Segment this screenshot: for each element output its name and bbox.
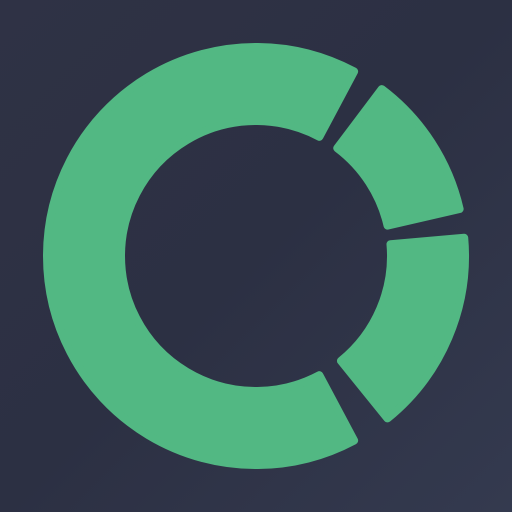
ring-segment-lower-right-arc bbox=[336, 233, 469, 423]
ring-segment-upper-right-arc bbox=[333, 85, 464, 230]
ring-segment-main-arc bbox=[43, 43, 359, 469]
app-logo bbox=[0, 0, 512, 512]
segmented-ring-logo-icon bbox=[43, 43, 469, 469]
